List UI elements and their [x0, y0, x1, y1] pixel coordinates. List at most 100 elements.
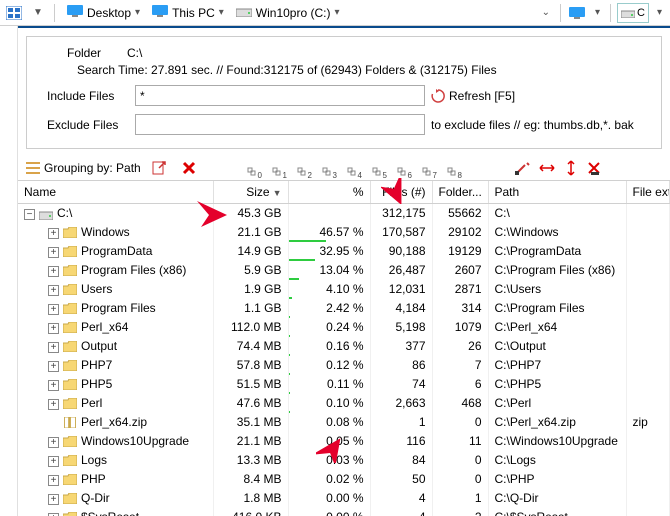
refresh-button[interactable]: Refresh [F5] — [431, 89, 515, 103]
table-row[interactable]: +Windows21.1 GB46.57 %170,58729102C:\Win… — [18, 223, 670, 242]
depth-level-3-button[interactable]: 3 — [318, 158, 340, 178]
table-row[interactable]: +Program Files1.1 GB2.42 %4,184314C:\Pro… — [18, 299, 670, 318]
table-row[interactable]: +Users1.9 GB4.10 %12,0312871C:\Users — [18, 280, 670, 299]
cell-folders: 7 — [432, 356, 488, 375]
breadcrumb-item[interactable]: Desktop▾ — [61, 4, 146, 21]
breadcrumb-item[interactable]: Win10pro (C:)▾ — [230, 4, 346, 21]
depth-level-5-button[interactable]: 5 — [368, 158, 390, 178]
col-pct[interactable]: % — [288, 181, 370, 204]
cell-path: C:\Output — [488, 337, 626, 356]
depth-level-4-button[interactable]: 4 — [343, 158, 365, 178]
table-row[interactable]: +PHP757.8 MB0.12 %867C:\PHP7 — [18, 356, 670, 375]
chevron-down-icon[interactable]: ▾ — [334, 7, 339, 18]
expand-icon[interactable]: + — [48, 323, 59, 334]
table-row[interactable]: +PHP8.4 MB0.02 %500C:\PHP — [18, 470, 670, 489]
col-size[interactable]: Size▼ — [213, 181, 288, 204]
col-ext[interactable]: File exter — [626, 181, 670, 204]
cell-pct: 13.04 % — [288, 261, 370, 280]
include-input[interactable] — [135, 85, 425, 106]
chevron-down-icon[interactable]: ▾ — [591, 7, 604, 18]
breadcrumb-item[interactable]: This PC▾ — [146, 4, 230, 21]
table-row[interactable]: +Perl_x64112.0 MB0.24 %5,1981079C:\Perl_… — [18, 318, 670, 337]
dropdown-icon[interactable]: ▼ — [28, 3, 48, 23]
expand-icon[interactable]: + — [48, 380, 59, 391]
cell-folders: 2871 — [432, 280, 488, 299]
expand-icon[interactable]: + — [48, 247, 59, 258]
cell-size: 35.1 MB — [213, 413, 288, 432]
export-icon[interactable] — [149, 158, 169, 178]
col-files[interactable]: Files (#) — [370, 181, 432, 204]
expand-icon[interactable]: + — [48, 228, 59, 239]
delete-icon[interactable] — [179, 158, 199, 178]
col-name[interactable]: Name — [18, 181, 213, 204]
collapse-icon[interactable]: − — [24, 209, 35, 220]
chevron-down-icon[interactable]: ▾ — [135, 7, 140, 18]
expand-icon[interactable]: + — [48, 304, 59, 315]
cell-name: Users — [81, 282, 112, 296]
tool-icon-4[interactable] — [585, 158, 605, 178]
expand-icon[interactable]: + — [48, 456, 59, 467]
view-icon[interactable] — [4, 3, 24, 23]
table-row[interactable]: +Program Files (x86)5.9 GB13.04 %26,4872… — [18, 261, 670, 280]
cell-pct: 0.24 % — [288, 318, 370, 337]
expand-icon[interactable]: + — [48, 361, 59, 372]
top-toolbar: ▼ Desktop▾This PC▾Win10pro (C:)▾ ⌄ ▾ C ▾ — [0, 0, 670, 26]
breadcrumb: Desktop▾This PC▾Win10pro (C:)▾ — [61, 4, 346, 21]
cell-pct: 32.95 % — [288, 242, 370, 261]
drive-icon[interactable]: C — [617, 3, 649, 23]
chevron-down-icon[interactable]: ⌄ — [538, 7, 554, 18]
cell-name: Output — [81, 339, 117, 353]
expand-icon[interactable]: + — [48, 399, 59, 410]
table-row[interactable]: +Logs13.3 MB0.03 %840C:\Logs — [18, 451, 670, 470]
info-panel: Folder C:\ Search Time: 27.891 sec. // F… — [26, 36, 662, 149]
resize-vertical-icon[interactable] — [561, 158, 581, 178]
expand-icon[interactable]: + — [48, 437, 59, 448]
table-row[interactable]: +Output74.4 MB0.16 %37726C:\Output — [18, 337, 670, 356]
cell-size: 45.3 GB — [213, 204, 288, 223]
table-row-root[interactable]: −C:\45.3 GB312,17555662C:\ — [18, 204, 670, 223]
table-row[interactable]: +ProgramData14.9 GB32.95 %90,18819129C:\… — [18, 242, 670, 261]
breadcrumb-label: Win10pro (C:) — [256, 6, 331, 20]
depth-level-1-button[interactable]: 1 — [268, 158, 290, 178]
list-icon — [26, 161, 40, 175]
cell-path: C:\Q-Dir — [488, 489, 626, 508]
cell-size: 1.9 GB — [213, 280, 288, 299]
cell-path: C:\PHP — [488, 470, 626, 489]
table-row[interactable]: +PHP551.5 MB0.11 %746C:\PHP5 — [18, 375, 670, 394]
exclude-label: Exclude Files — [47, 118, 129, 132]
table-row[interactable]: +Windows10Upgrade21.1 MB0.05 %11611C:\Wi… — [18, 432, 670, 451]
chevron-down-icon[interactable]: ▾ — [219, 7, 224, 18]
cell-name: Perl_x64 — [81, 320, 128, 334]
depth-level-7-button[interactable]: 7 — [418, 158, 440, 178]
expand-icon[interactable]: + — [48, 494, 59, 505]
cell-size: 5.9 GB — [213, 261, 288, 280]
cell-path: C:\ — [488, 204, 626, 223]
table-row[interactable]: +Q-Dir1.8 MB0.00 %41C:\Q-Dir — [18, 489, 670, 508]
cell-files: 50 — [370, 470, 432, 489]
cell-name: ProgramData — [81, 244, 152, 258]
expand-icon[interactable]: + — [48, 285, 59, 296]
cell-pct: 0.03 % — [288, 451, 370, 470]
cell-ext — [626, 242, 670, 261]
content: Folder C:\ Search Time: 27.891 sec. // F… — [18, 26, 670, 516]
exclude-input[interactable] — [135, 114, 425, 135]
expand-icon[interactable]: + — [48, 266, 59, 277]
depth-level-6-button[interactable]: 6 — [393, 158, 415, 178]
table-row[interactable]: +Perl47.6 MB0.10 %2,663468C:\Perl — [18, 394, 670, 413]
resize-horizontal-icon[interactable] — [537, 158, 557, 178]
cell-ext — [626, 299, 670, 318]
chevron-down-icon[interactable]: ▾ — [653, 7, 666, 18]
tool-icon-1[interactable] — [513, 158, 533, 178]
expand-icon[interactable]: + — [48, 342, 59, 353]
cell-files: 26,487 — [370, 261, 432, 280]
col-path[interactable]: Path — [488, 181, 626, 204]
expand-icon[interactable]: + — [48, 475, 59, 486]
depth-level-0-button[interactable]: 0 — [243, 158, 265, 178]
table-row[interactable]: +$SysReset416.0 KB0.00 %42C:\$SysReset — [18, 508, 670, 516]
monitor-icon[interactable] — [567, 3, 587, 23]
depth-level-8-button[interactable]: 8 — [443, 158, 465, 178]
depth-level-2-button[interactable]: 2 — [293, 158, 315, 178]
table-row[interactable]: Perl_x64.zip35.1 MB0.08 %10C:\Perl_x64.z… — [18, 413, 670, 432]
cell-ext — [626, 356, 670, 375]
col-folders[interactable]: Folder... — [432, 181, 488, 204]
